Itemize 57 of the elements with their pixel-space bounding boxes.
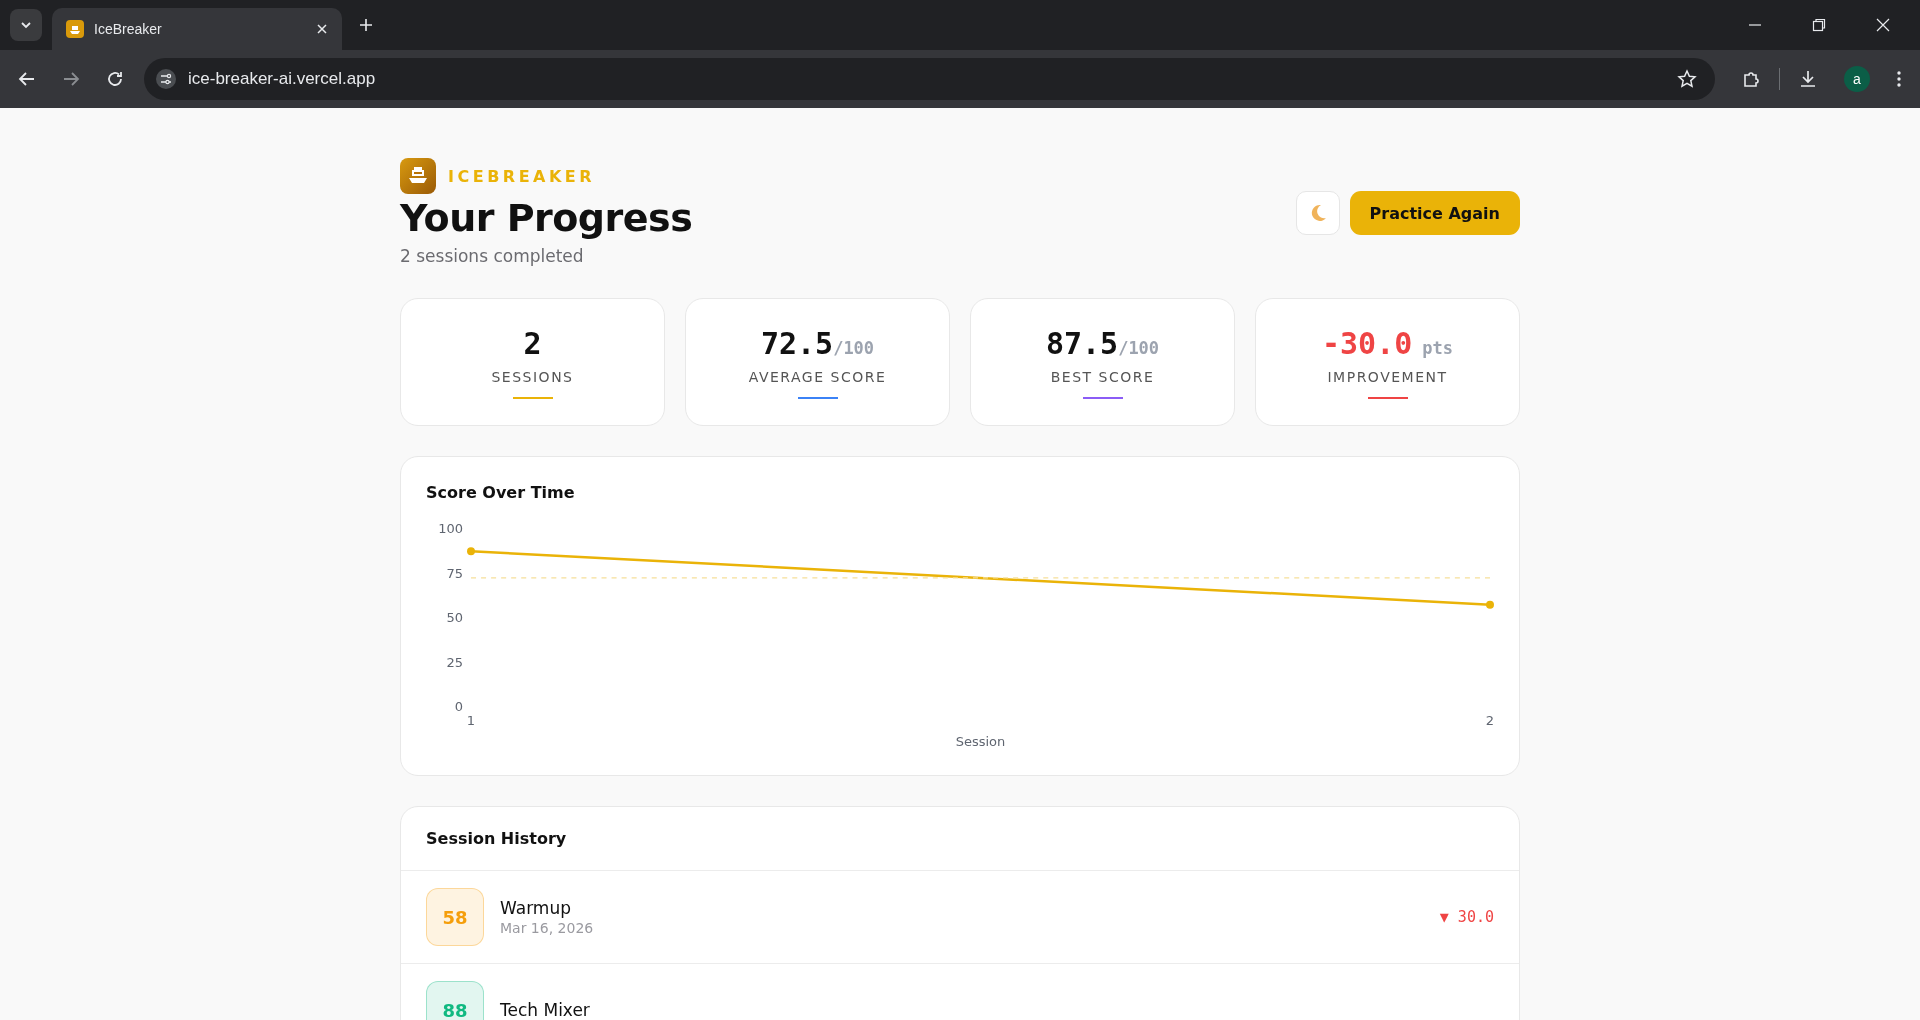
x-axis-label: 2 bbox=[1485, 713, 1495, 728]
chevron-down-icon bbox=[20, 19, 32, 31]
data-point bbox=[1486, 600, 1494, 609]
star-icon[interactable] bbox=[1677, 69, 1697, 89]
address-bar[interactable]: ice-breaker-ai.vercel.app bbox=[144, 58, 1715, 100]
chart-title: Score Over Time bbox=[426, 483, 576, 502]
restore-icon[interactable] bbox=[1812, 18, 1826, 32]
practice-again-button[interactable]: Practice Again bbox=[1349, 191, 1520, 235]
stat-unit: /100 bbox=[1118, 337, 1160, 358]
sessions-summary: 2 sessions completed bbox=[400, 246, 585, 266]
session-date: Mar 16, 2026 bbox=[500, 920, 594, 936]
history-title: Session History bbox=[426, 829, 567, 848]
session-name: Tech Mixer bbox=[500, 1000, 590, 1020]
x-axis-title: Session bbox=[955, 734, 1006, 749]
x-axis-label: 1 bbox=[466, 713, 476, 728]
profile-avatar[interactable]: a bbox=[1844, 66, 1870, 92]
session-row[interactable]: 58 Warmup Mar 16, 2026 ▼ 30.0 bbox=[401, 871, 1519, 964]
score-badge: 58 bbox=[426, 888, 484, 946]
y-axis-label: 0 bbox=[454, 699, 463, 714]
stat-value: -30.0 bbox=[1322, 325, 1413, 361]
stat-unit: pts bbox=[1422, 337, 1453, 358]
plus-icon[interactable] bbox=[358, 17, 374, 33]
stat-label: SESSIONS bbox=[491, 368, 574, 385]
score-badge: 88 bbox=[426, 981, 484, 1020]
stat-label: AVERAGE SCORE bbox=[748, 368, 887, 385]
close-icon[interactable] bbox=[1876, 18, 1890, 32]
download-icon[interactable] bbox=[1798, 69, 1818, 89]
session-row[interactable]: 88 Tech Mixer bbox=[401, 964, 1519, 1020]
stat-value: 72.5 bbox=[760, 325, 834, 361]
browser-tab[interactable]: IceBreaker bbox=[52, 8, 342, 50]
boat-logo-icon bbox=[400, 158, 436, 194]
forward-arrow-icon[interactable] bbox=[62, 70, 80, 88]
y-axis-label: 75 bbox=[446, 565, 463, 581]
y-axis-label: 100 bbox=[438, 521, 463, 536]
more-menu-icon[interactable] bbox=[1896, 70, 1902, 88]
boat-icon bbox=[66, 20, 84, 38]
back-arrow-icon[interactable] bbox=[18, 70, 36, 88]
tab-title: IceBreaker bbox=[94, 21, 162, 37]
reload-icon[interactable] bbox=[106, 70, 124, 88]
data-point bbox=[467, 547, 475, 556]
theme-toggle-button[interactable] bbox=[1295, 191, 1340, 235]
tab-list-button[interactable] bbox=[10, 9, 42, 41]
y-axis-label: 50 bbox=[446, 610, 463, 625]
session-name: Warmup bbox=[500, 898, 572, 918]
puzzle-icon[interactable] bbox=[1741, 69, 1761, 89]
score-change: ▼ 30.0 bbox=[1439, 908, 1494, 926]
stat-label: BEST SCORE bbox=[1050, 368, 1155, 385]
url-text: ice-breaker-ai.vercel.app bbox=[188, 69, 376, 89]
stat-value: 87.5 bbox=[1045, 325, 1119, 361]
close-icon[interactable] bbox=[316, 23, 328, 35]
stat-label: IMPROVEMENT bbox=[1327, 368, 1448, 385]
brand-name: ICEBREAKER bbox=[448, 166, 596, 186]
stat-value: 2 bbox=[523, 325, 542, 361]
page-title: Your Progress bbox=[400, 196, 693, 240]
y-axis-label: 25 bbox=[446, 654, 463, 670]
stat-unit: /100 bbox=[833, 337, 875, 358]
site-settings-icon[interactable] bbox=[156, 69, 176, 89]
